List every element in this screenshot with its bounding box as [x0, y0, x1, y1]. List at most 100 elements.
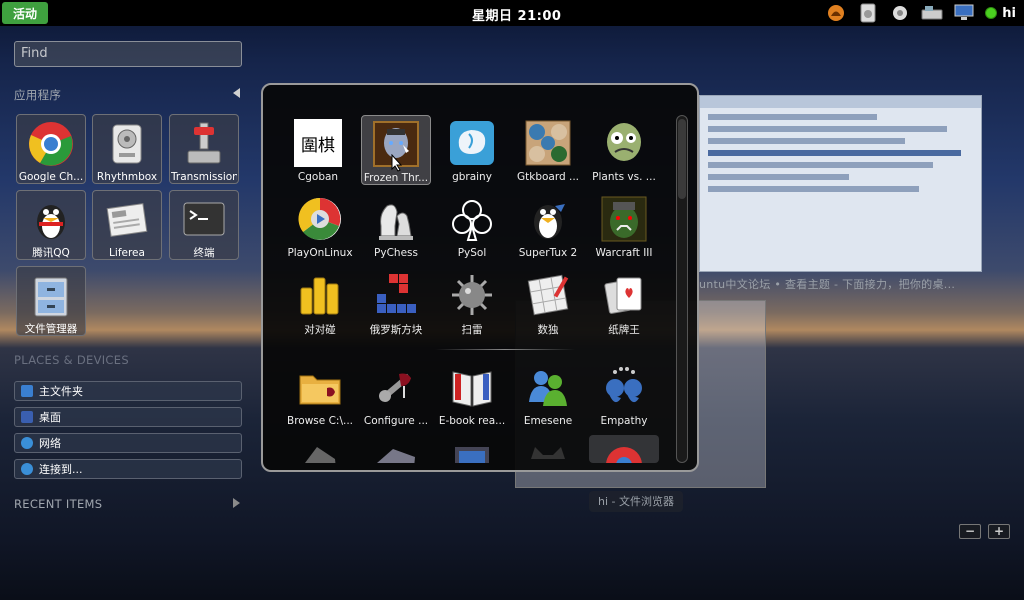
- workspace-remove-button[interactable]: −: [959, 524, 981, 539]
- pysol-icon: [448, 195, 496, 243]
- cgoban-glyph: 圍棋: [301, 135, 335, 156]
- favorite-label: Rhythmbox: [96, 171, 158, 183]
- app-partial-5[interactable]: [589, 435, 659, 463]
- favorite-liferea[interactable]: Liferea: [92, 190, 162, 260]
- app-partial-4[interactable]: [513, 435, 583, 463]
- app-sudoku[interactable]: 数独: [513, 267, 583, 337]
- favorite-label: Google Ch...: [18, 171, 84, 183]
- browse-c-icon: [296, 363, 344, 411]
- place-desktop[interactable]: 桌面: [14, 407, 242, 427]
- ebook-reader-icon: [448, 363, 496, 411]
- status-available-icon: [985, 7, 998, 19]
- configure-wine-icon: [372, 363, 420, 411]
- tetris-icon: [372, 271, 420, 318]
- favorite-google-chrome[interactable]: Google Ch...: [16, 114, 86, 184]
- network-icon[interactable]: [953, 3, 975, 23]
- app-label: 扫雷: [461, 324, 483, 337]
- activities-button[interactable]: 活动: [2, 2, 48, 24]
- recent-heading[interactable]: RECENT ITEMS: [14, 497, 102, 511]
- app-warcraft[interactable]: Warcraft III: [589, 191, 659, 261]
- empathy-icon: [600, 363, 648, 411]
- app-ebook-reader[interactable]: E-book rea...: [437, 359, 507, 429]
- app-empathy[interactable]: Empathy: [589, 359, 659, 429]
- app-label: SuperTux 2: [518, 247, 578, 259]
- expand-arrow-icon[interactable]: [233, 498, 240, 508]
- app-tetris[interactable]: 俄罗斯方块: [361, 267, 431, 337]
- keyboard-icon[interactable]: [921, 3, 943, 23]
- favorite-rhythmbox[interactable]: Rhythmbox: [92, 114, 162, 184]
- window-title-tag: hi - 文件浏览器: [589, 491, 683, 512]
- app-label: 纸牌王: [608, 324, 640, 337]
- favorite-label: 终端: [193, 246, 215, 259]
- app-cgoban[interactable]: 圍棋 Cgoban: [283, 115, 353, 185]
- app-browse-c[interactable]: Browse C:\...: [285, 359, 355, 429]
- app-emesene[interactable]: Emesene: [513, 359, 583, 429]
- film-icon: [448, 439, 496, 463]
- app-partial-2[interactable]: [361, 435, 431, 463]
- plants-vs-zombies-icon: [600, 119, 648, 167]
- applications-panel: 圍棋 Cgoban Frozen Thr... gbrainy Gtkboard…: [261, 83, 699, 472]
- place-network[interactable]: 网络: [14, 433, 242, 453]
- apps-heading[interactable]: 应用程序: [14, 87, 61, 103]
- volume-icon[interactable]: [889, 3, 911, 23]
- app-label: gbrainy: [452, 171, 492, 183]
- system-tray: hi: [825, 3, 1016, 23]
- connect-globe-icon: [21, 463, 33, 475]
- app-label: Plants vs. ...: [592, 171, 656, 183]
- place-home[interactable]: 主文件夹: [14, 381, 242, 401]
- cat-icon: [524, 439, 572, 463]
- favorite-terminal[interactable]: 终端: [169, 190, 239, 260]
- app-frozen-throne[interactable]: Frozen Thr...: [361, 115, 431, 185]
- playonlinux-icon: [296, 195, 344, 243]
- favorite-label: Liferea: [109, 247, 145, 259]
- network-globe-icon: [21, 437, 33, 449]
- collapse-arrow-icon[interactable]: [233, 88, 240, 98]
- user-avatar-icon[interactable]: [825, 3, 847, 23]
- qq-icon: [27, 196, 75, 242]
- place-label: 主文件夹: [39, 385, 83, 398]
- rock-icon: [296, 439, 344, 463]
- user-name: hi: [1002, 5, 1016, 21]
- app-configure-wine[interactable]: Configure ...: [361, 359, 431, 429]
- app-match-game[interactable]: 对对碰: [285, 267, 355, 337]
- supertux-icon: [524, 195, 572, 243]
- emesene-icon: [524, 363, 572, 411]
- pychess-icon: [372, 195, 420, 243]
- apps-scrollbar[interactable]: [676, 115, 688, 463]
- app-plants-vs-zombies[interactable]: Plants vs. ...: [589, 115, 659, 185]
- app-partial-3[interactable]: [437, 435, 507, 463]
- rhythmbox-icon: [103, 120, 151, 168]
- place-label: 桌面: [39, 411, 61, 424]
- clock[interactable]: 星期日 21:00: [472, 5, 561, 24]
- app-partial-1[interactable]: [285, 435, 355, 463]
- browser-window-preview[interactable]: [699, 95, 982, 272]
- app-label: Frozen Thr...: [363, 172, 429, 184]
- app-pychess[interactable]: PyChess: [361, 191, 431, 261]
- favorite-qq[interactable]: 腾讯QQ: [16, 190, 86, 260]
- user-menu[interactable]: hi: [985, 6, 1016, 21]
- app-playonlinux[interactable]: PlayOnLinux: [285, 191, 355, 261]
- mines-icon: [448, 271, 496, 318]
- app-label: Emesene: [523, 415, 573, 427]
- gbrainy-icon: [448, 119, 496, 167]
- liferea-icon: [103, 196, 151, 244]
- transmission-icon: [180, 120, 228, 168]
- app-mines[interactable]: 扫雷: [437, 267, 507, 337]
- app-supertux[interactable]: SuperTux 2: [513, 191, 583, 261]
- app-solitaire[interactable]: 纸牌王: [589, 267, 659, 337]
- removable-device-icon[interactable]: [857, 3, 879, 23]
- place-connect[interactable]: 连接到...: [14, 459, 242, 479]
- scrollbar-thumb[interactable]: [678, 119, 686, 199]
- favorite-transmission[interactable]: Transmission: [169, 114, 239, 184]
- app-pysol[interactable]: PySol: [437, 191, 507, 261]
- search-input[interactable]: Find: [14, 41, 242, 67]
- app-gbrainy[interactable]: gbrainy: [437, 115, 507, 185]
- sudoku-icon: [524, 271, 572, 318]
- favorite-file-manager[interactable]: 文件管理器: [16, 266, 86, 336]
- chrome-icon: [600, 439, 648, 463]
- app-label: Cgoban: [297, 171, 339, 183]
- warcraft-icon: [600, 195, 648, 243]
- workspace-add-button[interactable]: +: [988, 524, 1010, 539]
- top-panel: 活动 星期日 21:00 hi: [0, 0, 1024, 26]
- app-gtkboard[interactable]: Gtkboard ...: [513, 115, 583, 185]
